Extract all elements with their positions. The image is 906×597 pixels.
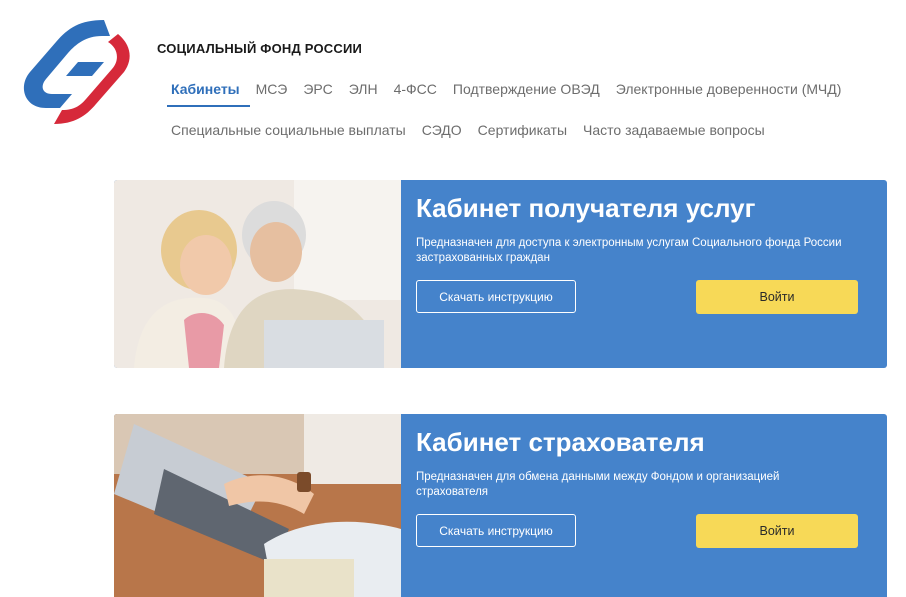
nav-row-main: Кабинеты МСЭ ЭРС ЭЛН 4-ФСС Подтверждение… [167,81,842,107]
nav-item-eln[interactable]: ЭЛН [349,81,378,105]
card-description: Предназначен для доступа к электронным у… [416,237,842,264]
nav-item-oved[interactable]: Подтверждение ОВЭД [453,81,600,105]
card-service-recipient: Кабинет получателя услуг Предназначен дл… [114,180,887,368]
nav-row-secondary: Специальные социальные выплаты СЭДО Серт… [171,122,765,146]
card-photo-elderly-couple [114,180,401,368]
nav-item-certificates[interactable]: Сертификаты [478,122,567,146]
sfr-logo-icon[interactable] [8,12,142,126]
download-instruction-button[interactable]: Скачать инструкцию [416,514,576,547]
org-name: СОЦИАЛЬНЫЙ ФОНД РОССИИ [157,41,363,56]
nav-item-mchd[interactable]: Электронные доверенности (МЧД) [616,81,842,105]
nav-item-mse[interactable]: МСЭ [256,81,288,105]
login-button[interactable]: Войти [696,514,858,548]
login-button[interactable]: Войти [696,280,858,314]
nav-item-4fss[interactable]: 4-ФСС [394,81,437,105]
card-insurer: Кабинет страхователя Предназначен для об… [114,414,887,597]
nav-item-special-payments[interactable]: Специальные социальные выплаты [171,122,406,146]
nav-item-sedo[interactable]: СЭДО [422,122,462,146]
nav-item-ers[interactable]: ЭРС [303,81,332,105]
card-title: Кабинет получателя услуг [416,193,756,223]
card-description: Предназначен для обмена данными между Фо… [416,471,780,498]
card-photo-laptop-typing [114,414,401,597]
nav-item-kabinety[interactable]: Кабинеты [167,81,250,107]
nav-item-faq[interactable]: Часто задаваемые вопросы [583,122,765,146]
card-title: Кабинет страхователя [416,427,705,457]
download-instruction-button[interactable]: Скачать инструкцию [416,280,576,313]
